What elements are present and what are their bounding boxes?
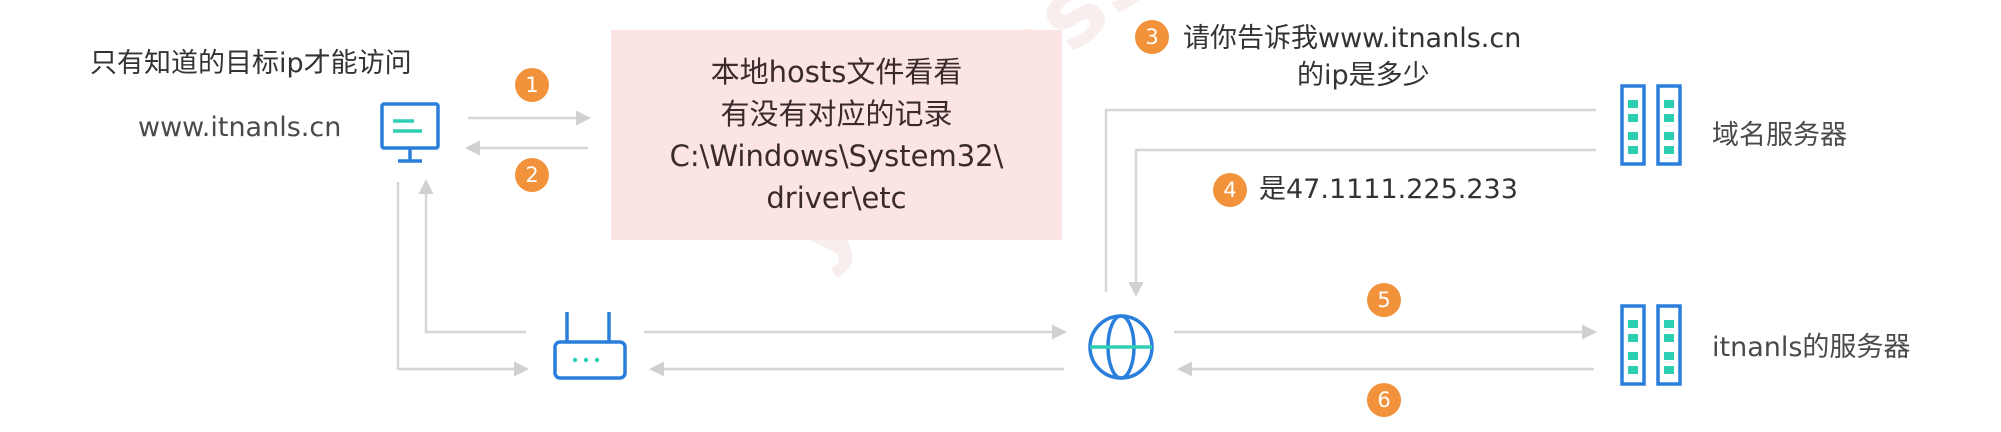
step-5-badge: 5 [1367,283,1401,317]
step-3-text-line-1: 请你告诉我www.itnanls.cn [1183,23,1522,54]
step-3-text-line-2: 的ip是多少 [1297,60,1430,91]
step-2-badge: 2 [515,158,549,192]
step-4-badge: 4 [1213,173,1247,207]
arrow-router-to-client [418,179,526,334]
step-1-badge: 1 [515,68,549,102]
client-domain: www.itnanls.cn [138,112,342,143]
dns-flow-diagram: ydlclass.com 本地hosts文件看看 有没有对应的记录 C:\Win… [0,0,2001,432]
arrow-client-to-router [396,182,529,377]
computer-icon [380,102,440,163]
dns-server-label: 域名服务器 [1712,120,1847,151]
web-server-icon [1620,304,1682,386]
step-3-badge: 3 [1135,20,1169,54]
globe-icon [1088,314,1154,380]
dns-server-icon [1620,84,1682,166]
arrow-step-4 [1128,148,1596,297]
client-note: 只有知道的目标ip才能访问 [90,48,412,79]
step-4-text: 是47.1111.225.233 [1259,174,1518,205]
router-icon [553,312,627,380]
web-server-label: itnanls的服务器 [1712,332,1911,363]
step-6-badge: 6 [1367,383,1401,417]
